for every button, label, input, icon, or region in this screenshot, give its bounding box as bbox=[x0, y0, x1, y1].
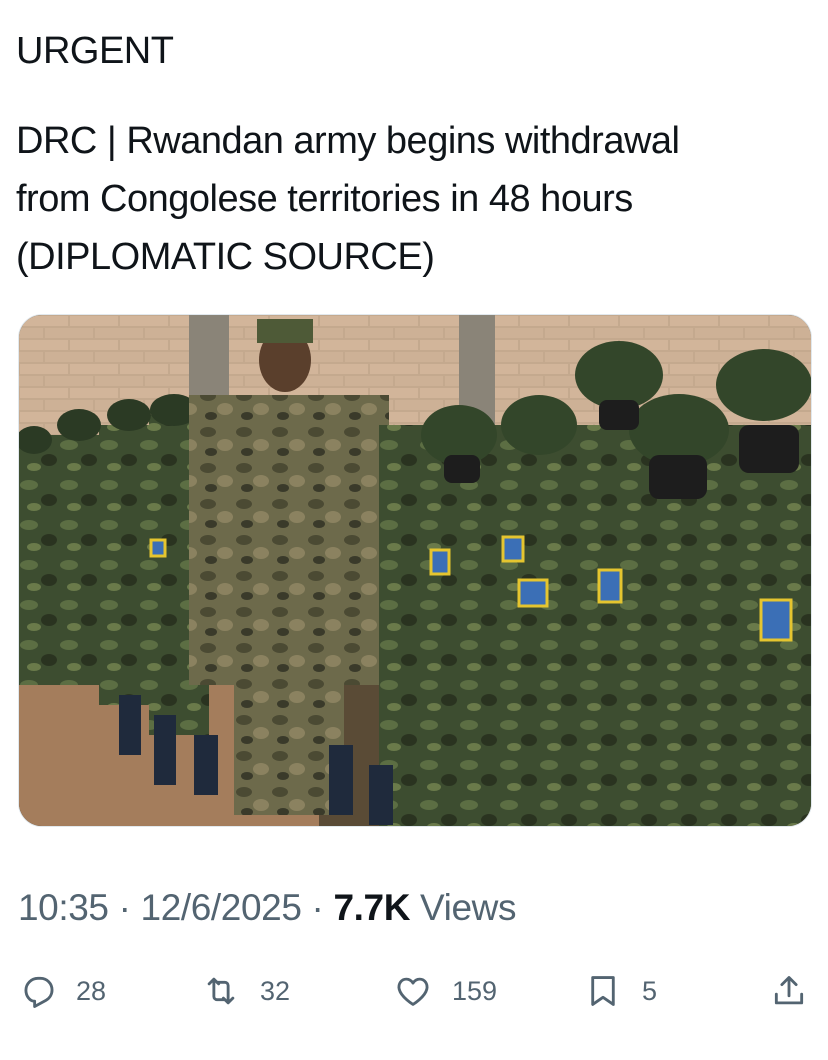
repost-icon bbox=[207, 977, 235, 1005]
views-count[interactable]: 7.7K bbox=[333, 887, 410, 929]
reply-count: 28 bbox=[76, 975, 107, 1006]
tweet-body-line: DRC | Rwandan army begins withdrawal bbox=[16, 120, 680, 162]
reply-button[interactable]: 28 bbox=[18, 968, 106, 1014]
repost-count: 32 bbox=[260, 975, 291, 1006]
tweet-date[interactable]: 12/6/2025 bbox=[141, 887, 302, 929]
tweet-body-line: from Congolese territories in 48 hours bbox=[16, 178, 633, 220]
tweet-body-line: (DIPLOMATIC SOURCE) bbox=[16, 236, 435, 278]
bookmark-button[interactable]: 5 bbox=[584, 968, 657, 1014]
heart-icon bbox=[397, 977, 429, 1006]
bookmark-count: 5 bbox=[642, 975, 658, 1006]
soldiers-photo bbox=[19, 315, 811, 826]
separator-dot: · bbox=[311, 887, 324, 928]
like-button[interactable]: 159 bbox=[394, 968, 497, 1014]
reply-icon bbox=[24, 976, 54, 1008]
repost-button[interactable]: 32 bbox=[202, 968, 290, 1014]
action-bar: 28 32 159 5 bbox=[18, 968, 810, 1014]
separator-dot: · bbox=[118, 887, 131, 928]
tweet-text: URGENT DRC | Rwandan army begins withdra… bbox=[16, 22, 806, 286]
share-button[interactable] bbox=[770, 968, 808, 1014]
views-label[interactable]: Views bbox=[420, 887, 516, 929]
tweet-time[interactable]: 10:35 bbox=[18, 887, 109, 929]
tweet-meta: 10:35 · 12/6/2025 · 7.7K Views bbox=[18, 882, 516, 934]
share-icon bbox=[774, 976, 804, 1005]
tweet-label: URGENT bbox=[16, 30, 174, 72]
like-count: 159 bbox=[452, 975, 498, 1006]
bookmark-icon bbox=[591, 976, 615, 1006]
tweet-photo[interactable] bbox=[18, 314, 812, 827]
